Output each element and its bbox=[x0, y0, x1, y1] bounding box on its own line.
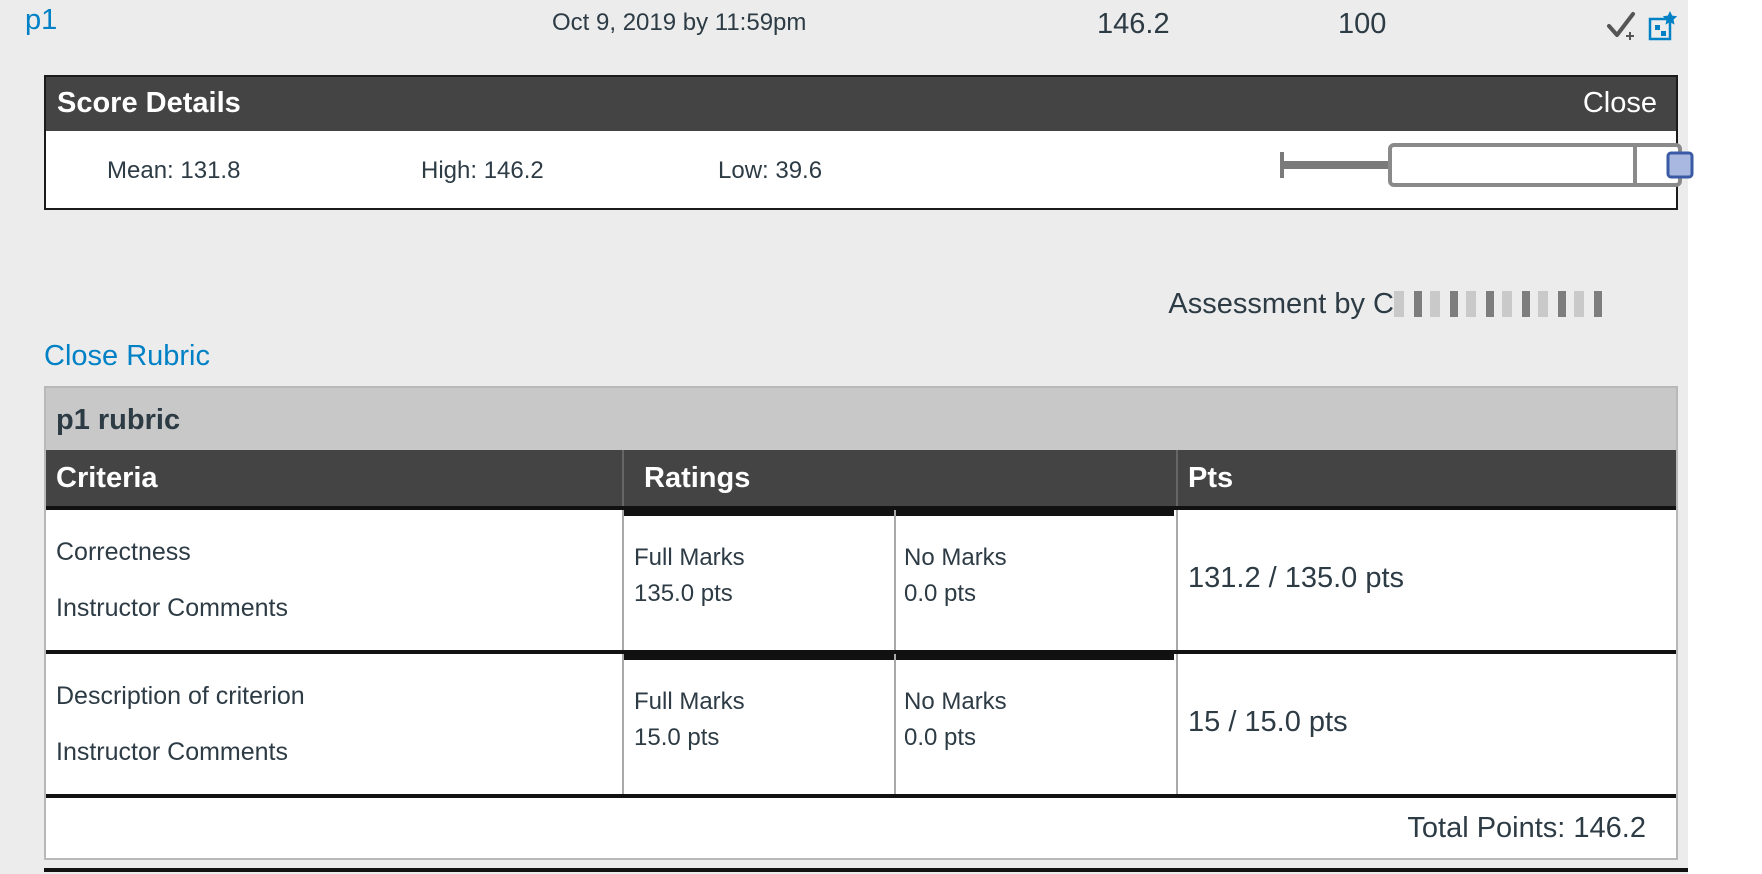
rubric-table: p1 rubric Criteria Ratings Pts Correctne… bbox=[44, 386, 1678, 860]
redacted-assessor-name bbox=[1394, 291, 1604, 317]
score-details-title: Score Details bbox=[57, 87, 241, 119]
header-divider bbox=[1176, 450, 1178, 506]
due-date: Oct 9, 2019 by 11:59pm bbox=[552, 9, 807, 36]
column-divider bbox=[1176, 510, 1178, 650]
criterion-name: Correctness bbox=[56, 538, 191, 566]
column-divider bbox=[1176, 654, 1178, 794]
rubric-title-bar: p1 rubric bbox=[46, 388, 1676, 450]
rubric-header-row: Criteria Ratings Pts bbox=[46, 450, 1676, 506]
total-points: Total Points: 146.2 bbox=[1407, 812, 1646, 844]
header-ratings: Ratings bbox=[644, 462, 751, 494]
column-divider bbox=[622, 654, 624, 794]
points-possible: 100 bbox=[1338, 8, 1387, 40]
rubric-title: p1 rubric bbox=[56, 404, 181, 436]
rating-no-marks: No Marks 0.0 pts bbox=[904, 540, 1007, 612]
rating-full-marks: Full Marks 15.0 pts bbox=[634, 684, 745, 756]
header-pts: Pts bbox=[1188, 462, 1234, 494]
bottom-divider bbox=[44, 868, 1688, 872]
grade-row: p1 Oct 9, 2019 by 11:59pm 146.2 100 bbox=[0, 0, 1688, 70]
assessment-by-text: Assessment by C bbox=[1168, 288, 1394, 320]
high-stat: High: 146.2 bbox=[421, 157, 544, 184]
criterion-name: Description of criterion bbox=[56, 682, 305, 710]
what-if-star-icon[interactable] bbox=[1648, 10, 1678, 42]
low-stat: Low: 39.6 bbox=[718, 157, 823, 184]
criterion-row: Correctness Instructor Comments Full Mar… bbox=[46, 506, 1676, 650]
score-value: 146.2 bbox=[1097, 8, 1170, 40]
criterion-row: Description of criterion Instructor Comm… bbox=[46, 650, 1676, 794]
rating-label: Full Marks bbox=[634, 544, 745, 571]
selected-rating-bar bbox=[624, 654, 1174, 660]
column-divider bbox=[894, 510, 896, 650]
rating-points: 135.0 pts bbox=[634, 580, 733, 607]
selected-rating-bar bbox=[624, 510, 1174, 516]
column-divider bbox=[622, 510, 624, 650]
total-row: Total Points: 146.2 bbox=[46, 794, 1676, 858]
rating-label: No Marks bbox=[904, 544, 1007, 571]
rating-label: No Marks bbox=[904, 688, 1007, 715]
column-divider bbox=[894, 654, 896, 794]
grade-panel: p1 Oct 9, 2019 by 11:59pm 146.2 100 Scor… bbox=[0, 0, 1694, 874]
rating-points: 0.0 pts bbox=[904, 724, 977, 751]
rating-points: 0.0 pts bbox=[904, 580, 977, 607]
criterion-points: 15 / 15.0 pts bbox=[1188, 706, 1348, 738]
checkmark-plus-icon[interactable] bbox=[1606, 10, 1640, 42]
rating-label: Full Marks bbox=[634, 688, 745, 715]
instructor-comments-label: Instructor Comments bbox=[56, 738, 289, 766]
score-boxplot bbox=[1280, 143, 1694, 187]
instructor-comments-label: Instructor Comments bbox=[56, 594, 289, 622]
rating-points: 15.0 pts bbox=[634, 724, 720, 751]
rating-no-marks: No Marks 0.0 pts bbox=[904, 684, 1007, 756]
assignment-link[interactable]: p1 bbox=[25, 4, 57, 37]
mean-stat: Mean: 131.8 bbox=[107, 157, 241, 184]
score-details-close-button[interactable]: Close bbox=[1583, 87, 1657, 120]
assessment-by: Assessment by C bbox=[1168, 288, 1604, 321]
header-divider bbox=[622, 450, 624, 506]
rating-full-marks: Full Marks 135.0 pts bbox=[634, 540, 745, 612]
boxplot-my-score-marker bbox=[1666, 151, 1694, 179]
header-criteria: Criteria bbox=[56, 462, 158, 494]
criterion-points: 131.2 / 135.0 pts bbox=[1188, 562, 1405, 594]
score-details-header: Score Details Close bbox=[46, 77, 1676, 131]
close-rubric-link[interactable]: Close Rubric bbox=[44, 340, 210, 373]
